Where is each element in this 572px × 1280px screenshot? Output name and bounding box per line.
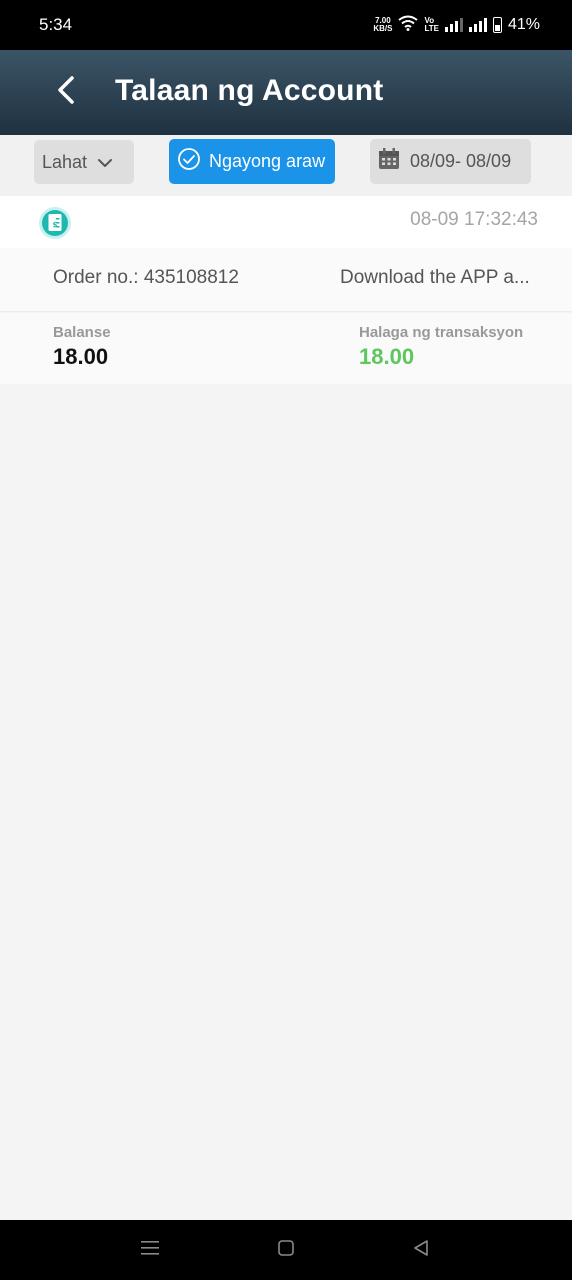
page-title: Talaan ng Account bbox=[115, 74, 384, 107]
chevron-left-icon bbox=[56, 75, 76, 110]
home-square-icon bbox=[278, 1239, 294, 1261]
record-info: Order no.: 435108812 Download the APP a.… bbox=[0, 248, 572, 312]
receipt-icon: $ bbox=[38, 206, 72, 245]
calendar-icon bbox=[378, 148, 400, 175]
type-select[interactable]: Lahat bbox=[34, 140, 134, 184]
status-indicators: 7.00 KB/S Vo LTE 41% bbox=[373, 15, 540, 36]
menu-icon bbox=[141, 1240, 159, 1261]
app-header: Talaan ng Account bbox=[0, 50, 572, 135]
today-filter-button[interactable]: Ngayong araw bbox=[169, 139, 335, 184]
status-bar: 5:34 7.00 KB/S Vo LTE 41% bbox=[0, 0, 572, 50]
home-button[interactable] bbox=[274, 1238, 298, 1262]
battery-percent: 41% bbox=[507, 16, 540, 33]
back-triangle-icon bbox=[413, 1239, 429, 1261]
back-button[interactable] bbox=[46, 72, 86, 112]
system-nav-bar bbox=[0, 1220, 572, 1280]
record-time: 08-09 17:32:43 bbox=[410, 209, 538, 230]
wifi-icon bbox=[398, 15, 419, 36]
filter-bar: Lahat Ngayong araw 08/09- 08/09 bbox=[0, 135, 572, 196]
transaction-amount-value: 18.00 bbox=[359, 344, 415, 369]
back-nav-button[interactable] bbox=[409, 1238, 433, 1262]
balance-label: Balanse bbox=[53, 324, 111, 341]
signal-icon-sim1 bbox=[444, 18, 463, 32]
net-speed-unit: KB/S bbox=[373, 24, 393, 33]
order-description: Download the APP a... bbox=[340, 267, 530, 288]
transaction-amount-label: Halaga ng transaksyon bbox=[359, 324, 524, 341]
date-range-picker[interactable]: 08/09- 08/09 bbox=[370, 139, 531, 184]
net-speed: 7.00 KB/S bbox=[373, 17, 392, 33]
menu-button[interactable] bbox=[138, 1238, 162, 1262]
check-circle-icon bbox=[177, 147, 201, 176]
type-select-label: Lahat bbox=[42, 151, 88, 172]
chevron-down-icon bbox=[97, 152, 113, 173]
battery-icon bbox=[492, 17, 502, 33]
balance-value: 18.00 bbox=[53, 344, 109, 369]
today-filter-label: Ngayong araw bbox=[209, 151, 326, 171]
volte-bottom: LTE bbox=[424, 24, 439, 33]
record-amounts: Balanse 18.00 Halaga ng transaksyon 18.0… bbox=[0, 313, 572, 384]
status-time: 5:34 bbox=[39, 15, 73, 34]
record-header: $ 08-09 17:32:43 bbox=[0, 196, 572, 248]
list-item[interactable]: $ 08-09 17:32:43 Order no.: 435108812 Do… bbox=[0, 196, 572, 384]
order-number: Order no.: 435108812 bbox=[53, 267, 239, 288]
volte-indicator: Vo LTE bbox=[424, 17, 439, 33]
signal-icon-sim2 bbox=[468, 18, 487, 32]
date-range-label: 08/09- 08/09 bbox=[410, 151, 512, 171]
screen: 5:34 7.00 KB/S Vo LTE 41% Talaan ng Acco… bbox=[0, 0, 572, 1280]
